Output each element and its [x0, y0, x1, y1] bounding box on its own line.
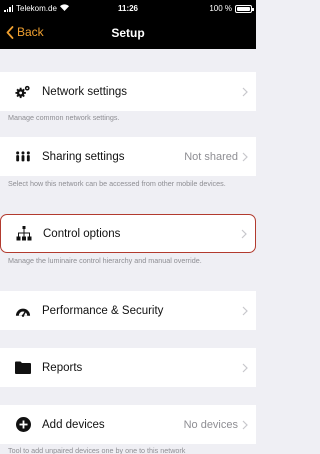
- battery-percent: 100 %: [209, 4, 232, 13]
- page-title: Setup: [111, 26, 145, 40]
- navigation-bar: Back Setup: [0, 19, 256, 49]
- sharing-status-value: Not shared: [184, 150, 238, 163]
- row-reports[interactable]: Reports: [0, 348, 256, 387]
- battery-status: 100 %: [209, 4, 254, 13]
- row-label: Reports: [42, 361, 83, 374]
- add-devices-description: Tool to add unpaired devices one by one …: [8, 446, 186, 454]
- speedometer-icon: [15, 303, 31, 319]
- row-label: Performance & Security: [42, 304, 164, 317]
- chevron-right-icon: [241, 229, 247, 238]
- row-control-options[interactable]: Control options: [0, 214, 256, 253]
- chevron-right-icon: [242, 420, 248, 429]
- chevron-right-icon: [242, 363, 248, 372]
- devices-count-value: No devices: [183, 418, 238, 431]
- row-label: Add devices: [42, 418, 105, 431]
- row-label: Sharing settings: [42, 150, 125, 163]
- control-options-description: Manage the luminaire control hierarchy a…: [8, 256, 202, 265]
- row-sharing-settings[interactable]: Sharing settings Not shared: [0, 137, 256, 176]
- people-icon: [15, 149, 31, 165]
- chevron-right-icon: [242, 87, 248, 96]
- row-label: Network settings: [42, 85, 128, 98]
- network-settings-description: Manage common network settings.: [8, 113, 120, 122]
- row-label: Control options: [43, 227, 121, 240]
- chevron-right-icon: [242, 306, 248, 315]
- battery-icon: [235, 4, 254, 13]
- folder-icon: [15, 360, 31, 376]
- row-add-devices[interactable]: Add devices No devices: [0, 405, 256, 444]
- chevron-right-icon: [242, 152, 248, 161]
- gears-icon: [15, 84, 31, 100]
- sharing-settings-description: Select how this network can be accessed …: [8, 179, 226, 188]
- row-network-settings[interactable]: Network settings: [0, 72, 256, 111]
- row-performance-security[interactable]: Performance & Security: [0, 291, 256, 330]
- status-bar: Telekom.de 11:26 100 %: [0, 0, 256, 19]
- plus-circle-icon: [15, 417, 31, 433]
- hierarchy-icon: [16, 226, 32, 242]
